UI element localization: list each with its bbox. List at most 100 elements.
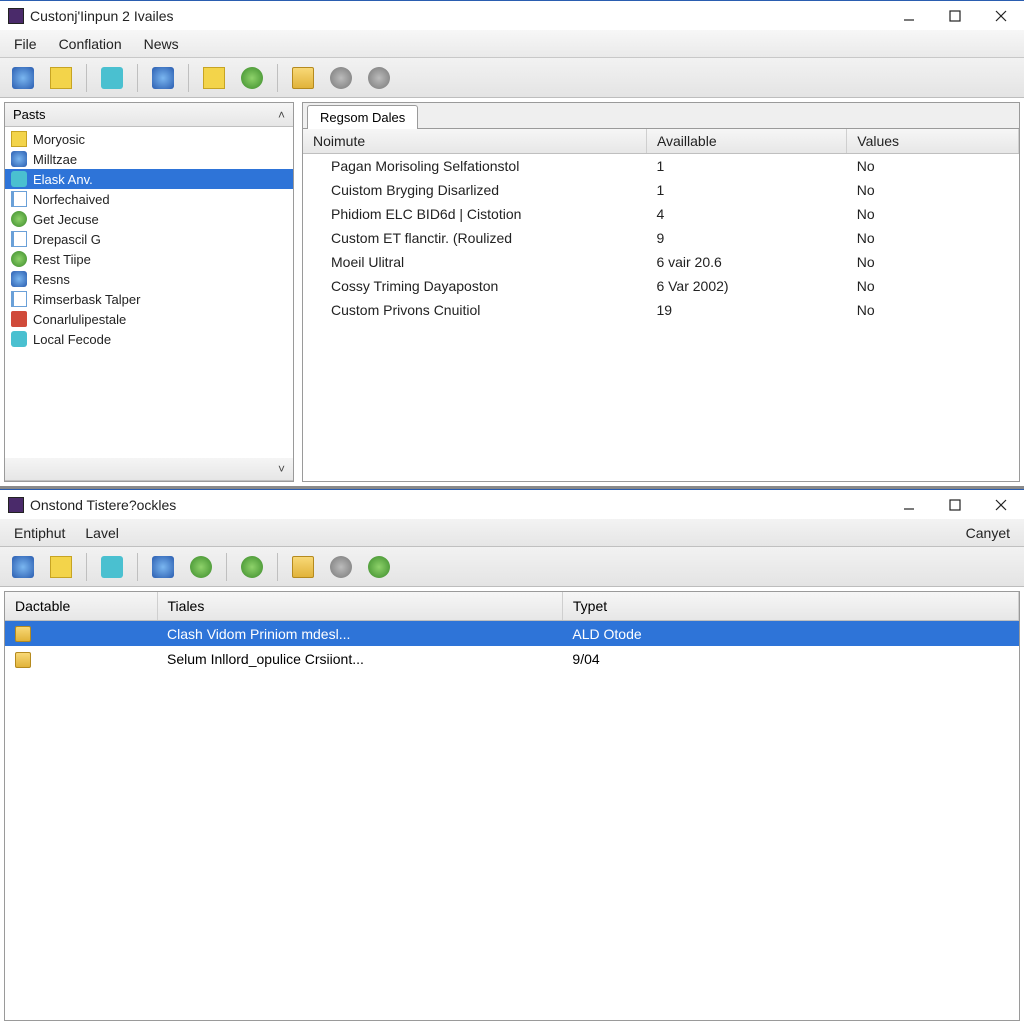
sidebar-item[interactable]: Rimserbask Talper: [5, 289, 293, 309]
col-available[interactable]: Availlable: [646, 129, 846, 154]
tree-item-label: Rest Tiipe: [33, 252, 91, 267]
tree-item-label: Resns: [33, 272, 70, 287]
toolbar-sep: [86, 64, 87, 92]
tree-item-icon: [11, 131, 27, 147]
table-row[interactable]: Custom Privons Cnuitiol19No: [303, 298, 1019, 322]
folder-icon: [15, 626, 31, 642]
app-icon: [8, 8, 24, 24]
table-row[interactable]: Moeil Ulitral6 vair 20.6No: [303, 250, 1019, 274]
window1-titlebar: Custonj'Iinpun 2 Ivailes: [0, 0, 1024, 30]
tree-item-label: Local Fecode: [33, 332, 111, 347]
cell: Custom ET flanctir. (Roulized: [303, 226, 646, 250]
table-row[interactable]: Custom ET flanctir. (Roulized9No: [303, 226, 1019, 250]
tree-item-label: Conarlulipestale: [33, 312, 126, 327]
tool2-folder-icon[interactable]: [286, 552, 320, 582]
tool2-5[interactable]: [184, 552, 218, 582]
tool2-6[interactable]: [235, 552, 269, 582]
cell: [5, 621, 157, 647]
chevron-down-icon[interactable]: ˅: [278, 462, 285, 476]
cell: Phidiom ELC BID6d | Cistotion: [303, 202, 646, 226]
minimize-button[interactable]: [886, 1, 932, 31]
tab-regsom-dales[interactable]: Regsom Dales: [307, 105, 418, 129]
tool-9[interactable]: [362, 63, 396, 93]
sidebar-item[interactable]: Rest Tiipe: [5, 249, 293, 269]
cell: 6 Var 2002): [646, 274, 846, 298]
sidebar-tree[interactable]: Moryosic Milltzae Elask Anv. NorfechaivedGe…: [5, 127, 293, 458]
col-tiales[interactable]: Tiales: [157, 592, 562, 621]
window1-menubar: File Conflation News: [0, 30, 1024, 58]
cell: Selum Inllord_opulice Crsiiont...: [157, 646, 562, 671]
cell: Moeil Ulitral: [303, 250, 646, 274]
tree-item-icon: [11, 171, 27, 187]
window2-list[interactable]: Dactable Tiales Typet Clash Vidom Prinio…: [4, 591, 1020, 1021]
cell: 1: [646, 178, 846, 202]
col-values[interactable]: Values: [847, 129, 1019, 154]
minimize-button[interactable]: [886, 490, 932, 520]
tree-item-label: Milltzae: [33, 152, 77, 167]
sidebar-item[interactable]: Milltzae: [5, 149, 293, 169]
tool-6[interactable]: [235, 63, 269, 93]
menu-news[interactable]: News: [134, 32, 189, 56]
sidebar-item[interactable]: Elask Anv.: [5, 169, 293, 189]
cell: 9: [646, 226, 846, 250]
tree-item-label: Drepascil G: [33, 232, 101, 247]
main-grid[interactable]: Noimute Availlable Values Pagan Morisoli…: [303, 129, 1019, 481]
sidebar-title: Pasts: [13, 107, 46, 122]
sidebar-item[interactable]: Get Jecuse: [5, 209, 293, 229]
sidebar-item[interactable]: Moryosic: [5, 129, 293, 149]
tool2-9[interactable]: [362, 552, 396, 582]
tool2-2[interactable]: [44, 552, 78, 582]
cell: No: [847, 250, 1019, 274]
cell: Pagan Morisoling Selfationstol: [303, 154, 646, 179]
tool2-3[interactable]: [95, 552, 129, 582]
maximize-button[interactable]: [932, 490, 978, 520]
tool-4[interactable]: [146, 63, 180, 93]
sidebar-item[interactable]: Norfechaived: [5, 189, 293, 209]
tool2-1[interactable]: [6, 552, 40, 582]
menu-canyet[interactable]: Canyet: [956, 521, 1020, 545]
menu-entiphut[interactable]: Entiphut: [4, 521, 75, 545]
sidebar-item[interactable]: Drepascil G: [5, 229, 293, 249]
sidebar-item[interactable]: Local Fecode: [5, 329, 293, 349]
cell: No: [847, 226, 1019, 250]
tree-item-icon: [11, 291, 27, 307]
tool-1[interactable]: [6, 63, 40, 93]
table-row[interactable]: Pagan Morisoling Selfationstol1No: [303, 154, 1019, 179]
menu-file[interactable]: File: [4, 32, 47, 56]
sidebar-footer: ˅: [5, 458, 293, 481]
list-row[interactable]: Clash Vidom Priniom mdesl...ALD Otode: [5, 621, 1019, 647]
cell: Cossy Triming Dayaposton: [303, 274, 646, 298]
chevron-up-icon[interactable]: ˄: [278, 108, 285, 122]
tool-wrench-icon[interactable]: [324, 63, 358, 93]
list-row[interactable]: Selum Inllord_opulice Crsiiont...9/04: [5, 646, 1019, 671]
cell: No: [847, 202, 1019, 226]
tool2-wrench-icon[interactable]: [324, 552, 358, 582]
col-typet[interactable]: Typet: [562, 592, 1018, 621]
col-dactable[interactable]: Dactable: [5, 592, 157, 621]
table-row[interactable]: Cossy Triming Dayaposton6 Var 2002)No: [303, 274, 1019, 298]
tool-5[interactable]: [197, 63, 231, 93]
tree-item-icon: [11, 211, 27, 227]
tool2-4[interactable]: [146, 552, 180, 582]
window2-titlebar: Onstond Tistere?ockles: [0, 489, 1024, 519]
table-row[interactable]: Phidiom ELC BID6d | Cistotion4No: [303, 202, 1019, 226]
window1-title: Custonj'Iinpun 2 Ivailes: [30, 8, 886, 24]
col-noimute[interactable]: Noimute: [303, 129, 646, 154]
tool-3[interactable]: [95, 63, 129, 93]
table-row[interactable]: Cuistom Bryging Disarlized1No: [303, 178, 1019, 202]
cell: No: [847, 274, 1019, 298]
menu-lavel[interactable]: Lavel: [75, 521, 128, 545]
cell: 1: [646, 154, 846, 179]
close-button[interactable]: [978, 1, 1024, 31]
cell: Cuistom Bryging Disarlized: [303, 178, 646, 202]
close-button[interactable]: [978, 490, 1024, 520]
tree-item-icon: [11, 231, 27, 247]
maximize-button[interactable]: [932, 1, 978, 31]
toolbar-sep: [277, 64, 278, 92]
menu-conflation[interactable]: Conflation: [49, 32, 132, 56]
sidebar-item[interactable]: Conarlulipestale: [5, 309, 293, 329]
tool-2[interactable]: [44, 63, 78, 93]
sidebar-item[interactable]: Resns: [5, 269, 293, 289]
tool-folder-icon[interactable]: [286, 63, 320, 93]
tree-item-label: Elask Anv.: [33, 172, 93, 187]
